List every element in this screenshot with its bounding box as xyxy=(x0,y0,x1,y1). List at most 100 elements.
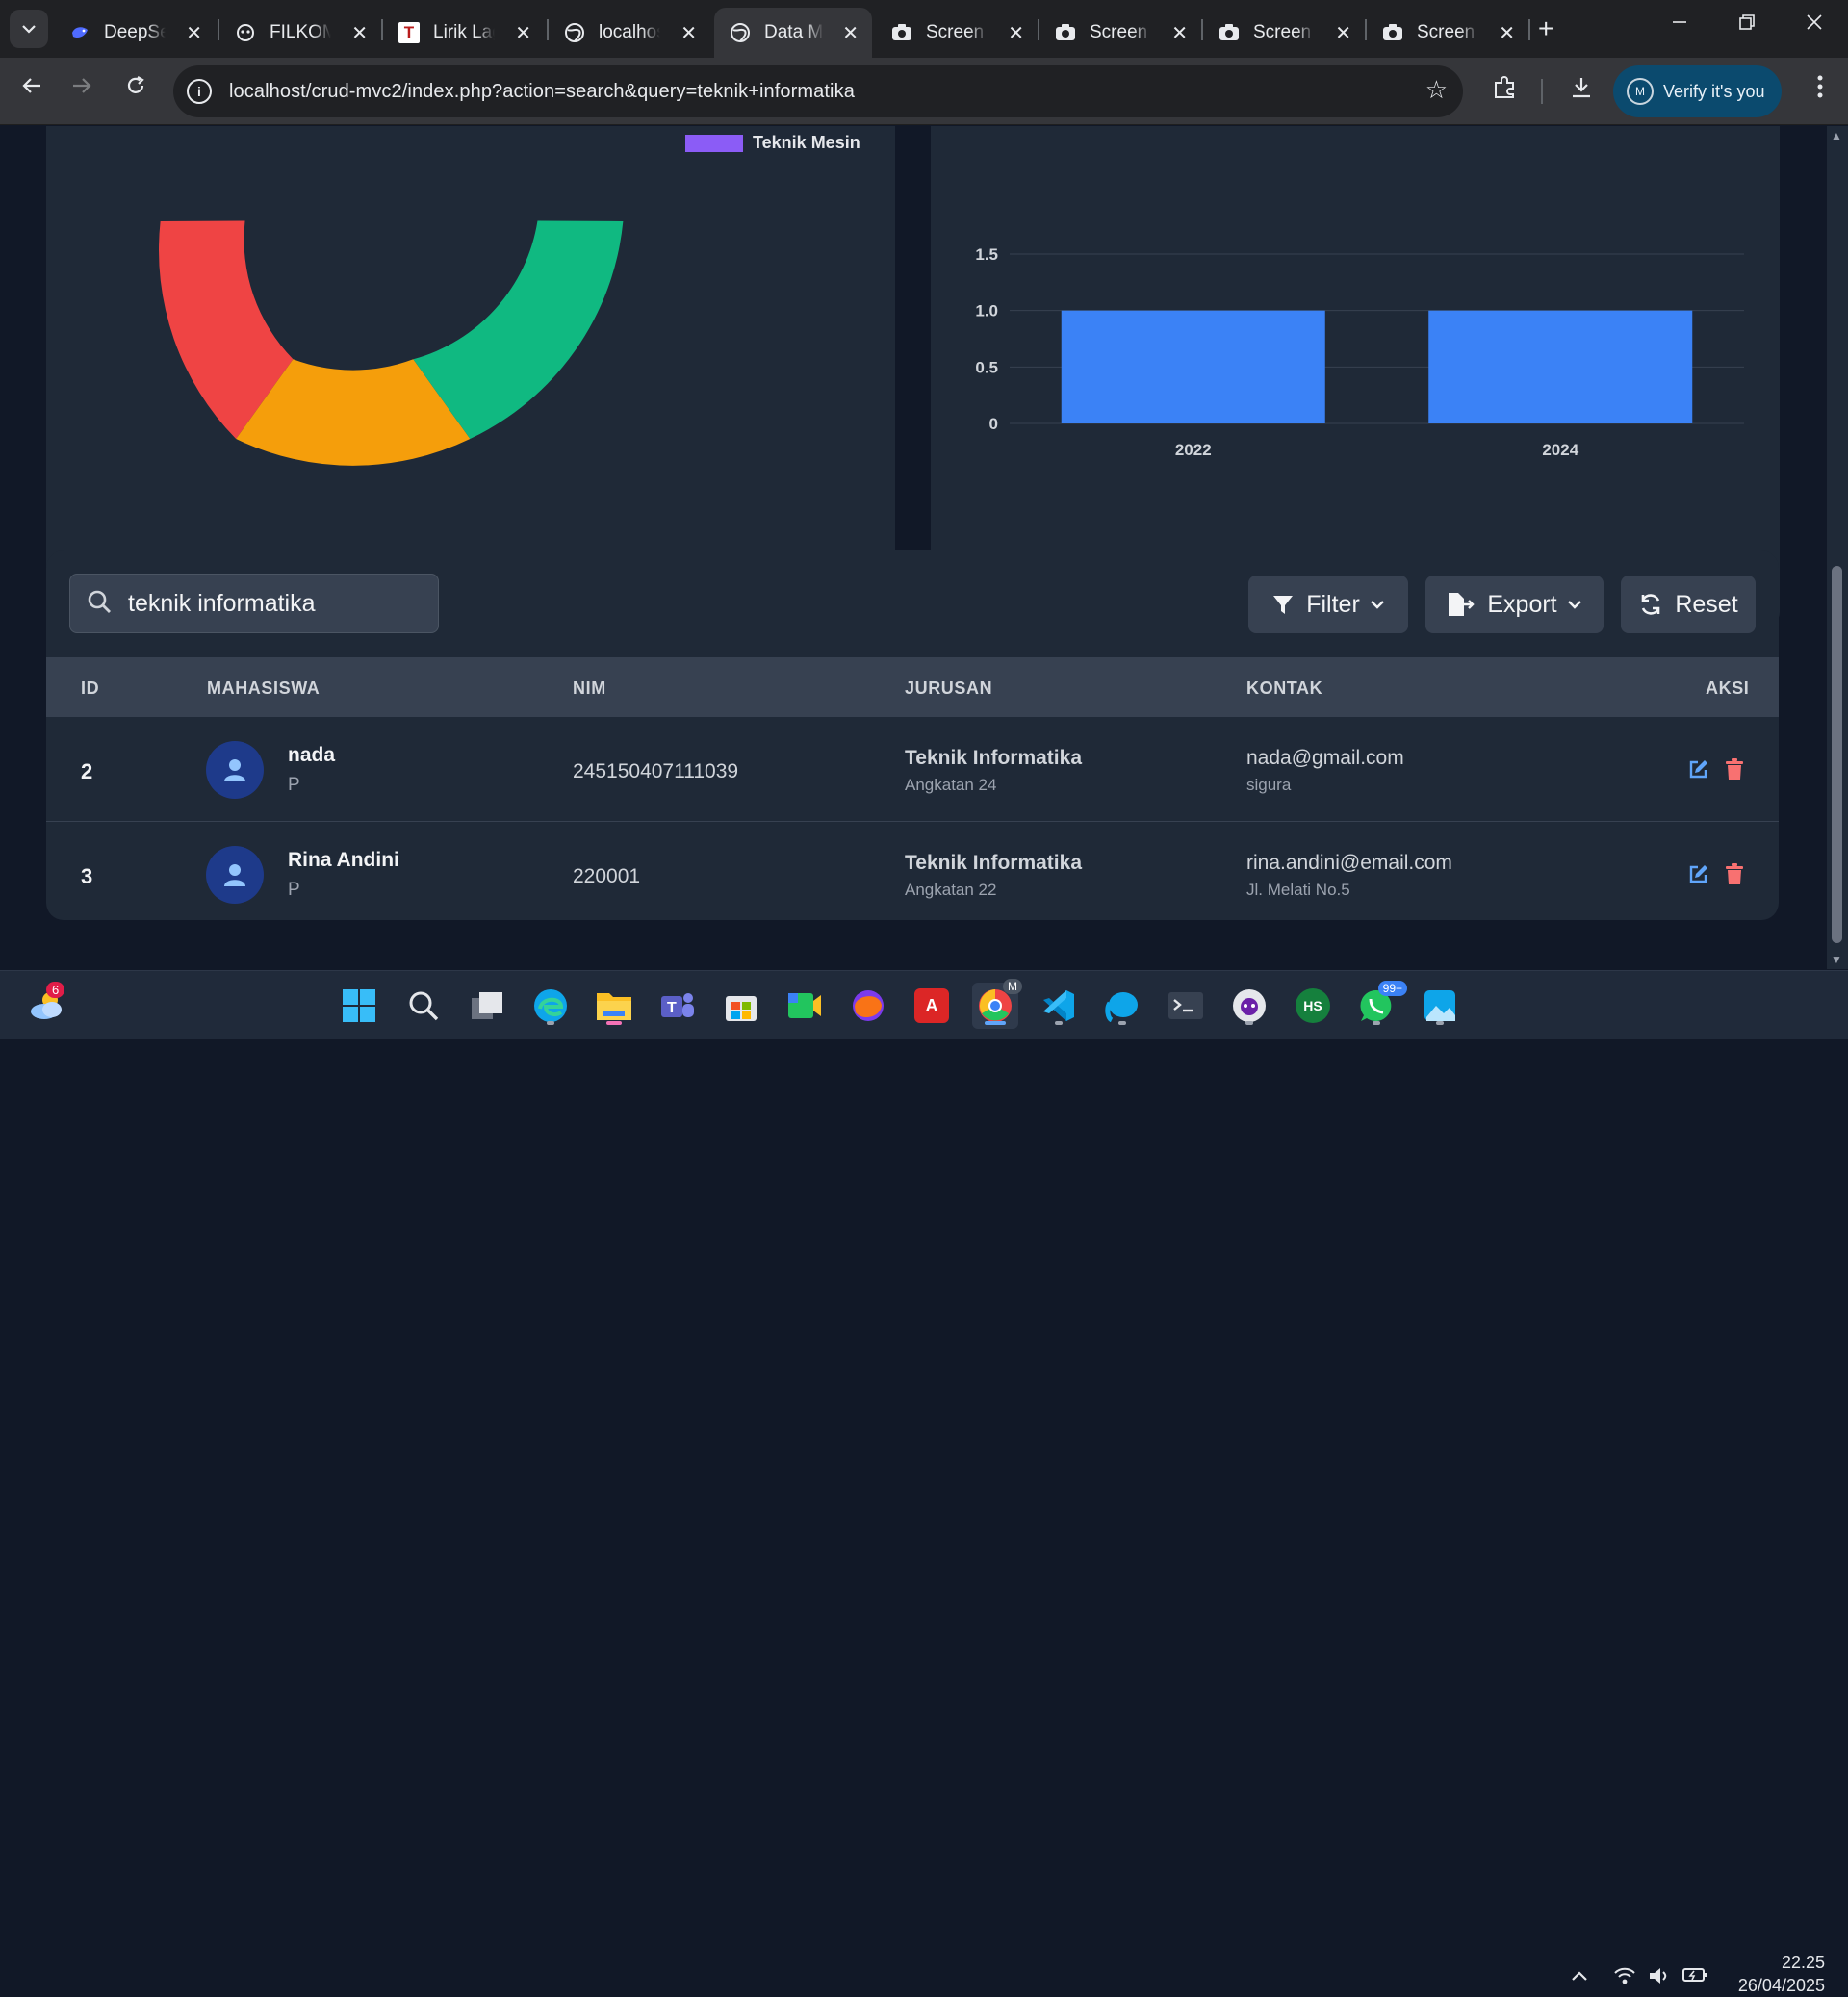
edit-icon[interactable] xyxy=(1688,758,1709,784)
table-row: 3 Rina Andini P 220001 Teknik Informatik… xyxy=(46,821,1779,925)
close-window-icon[interactable] xyxy=(1806,12,1823,37)
firefox-app[interactable] xyxy=(845,983,891,1029)
search-icon xyxy=(86,588,115,620)
verify-label: Verify it's you xyxy=(1663,81,1765,101)
tab-filkom[interactable]: FILKOM ✕ xyxy=(219,8,381,58)
close-icon[interactable]: ✕ xyxy=(1008,21,1024,45)
tab-screen-capture[interactable]: Screen Capture ✕ xyxy=(1203,8,1365,58)
whatsapp-app[interactable]: 99+ xyxy=(1353,981,1407,1029)
more-menu-icon[interactable] xyxy=(1817,75,1823,105)
bar-2024[interactable] xyxy=(1428,310,1693,423)
acrobat-app[interactable]: A xyxy=(909,983,955,1029)
file-explorer-app[interactable] xyxy=(591,983,637,1029)
elephant-icon xyxy=(1105,992,1138,1022)
terminal-app[interactable] xyxy=(1163,983,1209,1029)
edge-app[interactable] xyxy=(527,983,574,1029)
search-icon xyxy=(409,991,439,1021)
meet-app[interactable] xyxy=(782,983,828,1029)
export-button[interactable]: Export xyxy=(1425,576,1604,633)
column-header-id[interactable]: ID xyxy=(81,678,99,699)
verify-profile-button[interactable]: M Verify it's you xyxy=(1613,65,1783,117)
site-info-icon[interactable]: i xyxy=(187,79,212,104)
column-header-jurusan[interactable]: JURUSAN xyxy=(905,678,992,699)
column-header-kontak[interactable]: KONTAK xyxy=(1246,678,1322,699)
tab-screen-capture[interactable]: Screen Capture ✕ xyxy=(876,8,1038,58)
legend-item[interactable]: Teknik Mesin xyxy=(685,133,860,153)
windows-logo-icon xyxy=(343,989,375,1022)
bar-2022[interactable] xyxy=(1061,310,1325,423)
teams-app[interactable]: T xyxy=(654,983,701,1029)
avatar xyxy=(206,741,264,799)
page-viewport: Teknik Mesin 1.5 1.0 0.5 0 2022 2024 teknik i… xyxy=(0,126,1827,969)
running-indicator xyxy=(1436,1021,1444,1025)
svg-text:T: T xyxy=(667,1000,677,1016)
photos-icon xyxy=(1424,990,1455,1021)
new-tab-button[interactable]: + xyxy=(1538,13,1553,44)
close-icon[interactable]: ✕ xyxy=(186,21,202,45)
close-icon[interactable]: ✕ xyxy=(680,21,697,45)
php-elephant-app[interactable] xyxy=(1099,983,1145,1029)
tab-screen-capture[interactable]: Screen Capture ✕ xyxy=(1040,8,1201,58)
hs-app[interactable]: HS xyxy=(1290,983,1336,1029)
github-desktop-app[interactable] xyxy=(1226,983,1272,1029)
edit-icon[interactable] xyxy=(1688,863,1709,889)
trash-icon[interactable] xyxy=(1725,863,1744,889)
close-icon[interactable]: ✕ xyxy=(515,21,531,45)
tab-localhost[interactable]: localhost ✕ xyxy=(549,8,710,58)
student-gender: P xyxy=(288,880,300,900)
tab-screen-capture[interactable]: Screen Capture ✕ xyxy=(1367,8,1528,58)
taskbar-search[interactable] xyxy=(400,983,447,1029)
scroll-up-arrow[interactable]: ▲ xyxy=(1831,129,1842,142)
ms-store-app[interactable] xyxy=(718,983,764,1029)
notification-badge: 6 xyxy=(46,982,65,998)
tab-search-button[interactable] xyxy=(10,10,48,48)
battery-icon[interactable] xyxy=(1682,1966,1707,1988)
task-view[interactable] xyxy=(464,983,510,1029)
volume-icon[interactable] xyxy=(1648,1966,1671,1990)
close-icon[interactable]: ✕ xyxy=(1499,21,1515,45)
avatar xyxy=(206,846,264,904)
filter-button[interactable]: Filter xyxy=(1248,576,1408,633)
reload-icon[interactable] xyxy=(125,75,146,103)
close-icon[interactable]: ✕ xyxy=(351,21,368,45)
column-header-mahasiswa[interactable]: MAHASISWA xyxy=(207,678,320,699)
browser-toolbar: i localhost/crud-mvc2/index.php?action=s… xyxy=(0,58,1848,125)
download-icon[interactable] xyxy=(1569,75,1594,107)
tab-deepseek[interactable]: DeepSeek ✕ xyxy=(54,8,216,58)
system-clock[interactable]: 22.25 26/04/2025 xyxy=(1729,1951,1825,1997)
scroll-down-arrow[interactable]: ▼ xyxy=(1831,953,1842,966)
close-icon[interactable]: ✕ xyxy=(1171,21,1188,45)
tab-data-mahasiswa[interactable]: Data Mahasiswa ✕ xyxy=(714,8,872,58)
tab-lirik-lagu[interactable]: T Lirik Lagu ✕ xyxy=(383,8,545,58)
back-icon[interactable] xyxy=(21,75,42,103)
start-button[interactable] xyxy=(336,983,382,1029)
student-id: 2 xyxy=(81,759,93,783)
tab-title: Screen Capture xyxy=(1417,22,1478,42)
reset-button[interactable]: Reset xyxy=(1621,576,1756,633)
column-header-nim[interactable]: NIM xyxy=(573,678,606,699)
trash-icon[interactable] xyxy=(1725,758,1744,784)
bookmark-star-icon[interactable]: ☆ xyxy=(1425,75,1448,105)
table-header: ID MAHASISWA NIM JURUSAN KONTAK AKSI xyxy=(46,657,1779,717)
filter-icon xyxy=(1271,593,1295,616)
close-icon[interactable]: ✕ xyxy=(1335,21,1351,45)
vscode-app[interactable] xyxy=(1036,983,1082,1029)
extensions-icon[interactable] xyxy=(1492,75,1517,107)
search-value[interactable]: teknik informatika xyxy=(128,590,316,618)
show-hidden-icons-chevron-up-icon[interactable] xyxy=(1571,1966,1588,1986)
minimize-icon[interactable] xyxy=(1671,12,1688,37)
url-text[interactable]: localhost/crud-mvc2/index.php?action=sea… xyxy=(229,81,855,103)
wifi-icon[interactable] xyxy=(1613,1966,1636,1990)
search-input[interactable]: teknik informatika xyxy=(69,574,439,633)
video-call-icon xyxy=(788,993,821,1018)
close-icon[interactable]: ✕ xyxy=(842,21,859,45)
restore-icon[interactable] xyxy=(1738,12,1756,37)
student-jurusan: Teknik Informatika xyxy=(905,852,1082,874)
address-bar[interactable]: i localhost/crud-mvc2/index.php?action=s… xyxy=(173,65,1463,117)
chrome-app[interactable]: M xyxy=(972,979,1022,1029)
photos-app[interactable] xyxy=(1417,983,1463,1029)
chevron-down-icon xyxy=(22,25,36,34)
terminal-icon xyxy=(1168,992,1203,1019)
scrollbar-thumb[interactable] xyxy=(1832,566,1842,943)
forward-icon[interactable] xyxy=(71,75,92,103)
